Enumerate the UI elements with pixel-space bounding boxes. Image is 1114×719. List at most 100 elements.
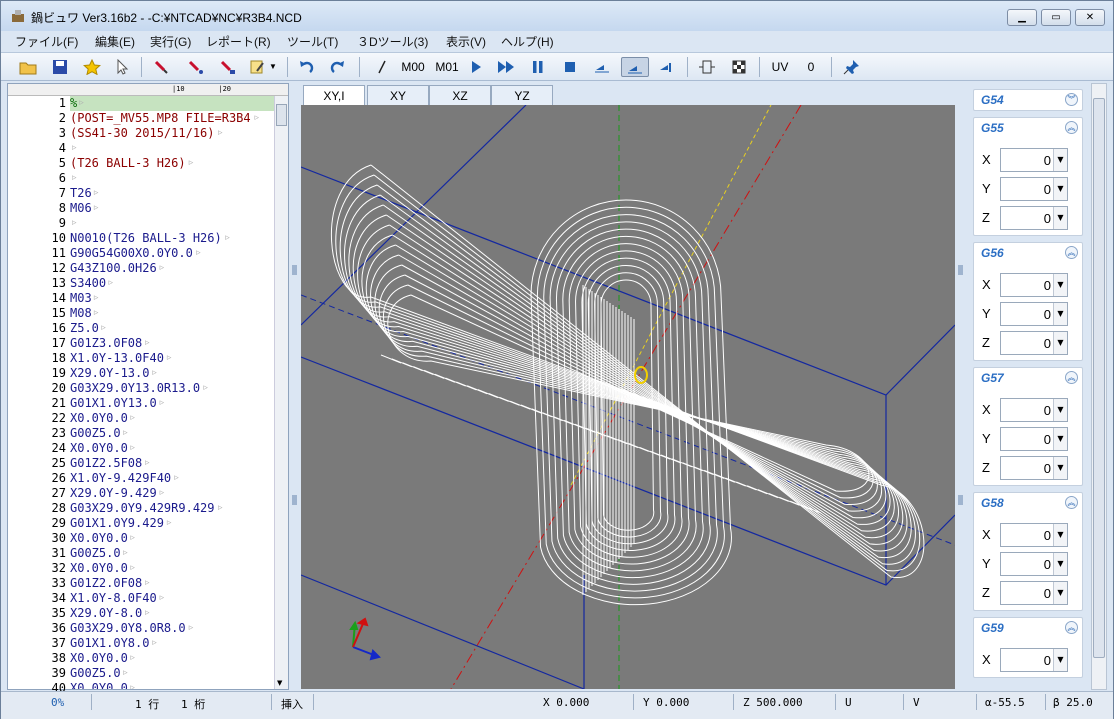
offset-z-field[interactable]: 0 ▼ [1000, 456, 1068, 480]
step-forward-button[interactable] [655, 57, 677, 77]
code-line[interactable]: X29.0Y-8.0 [70, 606, 274, 621]
code-line[interactable]: X0.0Y0.0 [70, 531, 274, 546]
code-line[interactable]: X1.0Y-9.429F40 [70, 471, 274, 486]
offset-y-field[interactable]: 0 ▼ [1000, 427, 1068, 451]
scroll-down-arrow-icon[interactable]: ▼ [277, 679, 282, 687]
code-line[interactable]: G43Z100.0H26 [70, 261, 274, 276]
bookmark-button[interactable] [81, 57, 103, 77]
code-line[interactable]: M06 [70, 201, 274, 216]
offset-x-field[interactable]: 0 ▼ [1000, 273, 1068, 297]
edit-tool-2-button[interactable] [185, 57, 207, 77]
offset-group-header[interactable]: G59 ︽ [974, 618, 1082, 638]
tab-yz[interactable]: YZ [491, 85, 553, 105]
collapse-chevron-icon[interactable]: ︽ [1065, 121, 1078, 134]
pin-button[interactable] [841, 57, 863, 77]
fast-forward-button[interactable] [495, 57, 517, 77]
offset-group-header[interactable]: G56 ︽ [974, 243, 1082, 263]
redo-button[interactable] [327, 57, 349, 77]
close-button[interactable]: ✕ [1075, 9, 1105, 26]
tab-xyi[interactable]: XY,I [303, 85, 365, 106]
splitter-handle[interactable] [292, 265, 297, 275]
splitter-handle[interactable] [958, 265, 963, 275]
offset-x-field[interactable]: 0 ▼ [1000, 398, 1068, 422]
offset-group-header[interactable]: G54 ︾ [974, 90, 1082, 110]
step-back-button[interactable] [591, 57, 613, 77]
code-line[interactable]: X29.0Y-9.429 [70, 486, 274, 501]
offset-group-header[interactable]: G57 ︽ [974, 368, 1082, 388]
edit-tool-3-button[interactable] [217, 57, 239, 77]
uv-button[interactable]: UV [767, 57, 793, 77]
code-line[interactable]: T26 [70, 186, 274, 201]
offset-panel-scrollbar[interactable] [1091, 83, 1107, 690]
chevron-down-icon[interactable]: ▼ [1053, 649, 1067, 671]
code-line[interactable]: G01X1.0Y13.0 [70, 396, 274, 411]
code-line[interactable]: G01Z3.0F08 [70, 336, 274, 351]
collapse-chevron-icon[interactable]: ︽ [1065, 621, 1078, 634]
edit-tool-1-button[interactable] [151, 57, 173, 77]
code-line[interactable]: X1.0Y-8.0F40 [70, 591, 274, 606]
code-line[interactable]: X0.0Y0.0 [70, 411, 274, 426]
menu-help[interactable]: ヘルプ(H) [501, 33, 554, 50]
code-line[interactable]: % [70, 96, 274, 111]
edit-tool-dropdown[interactable]: ▼ [247, 57, 277, 77]
m00-button[interactable]: M00 [399, 57, 427, 77]
chevron-down-icon[interactable]: ▼ [1053, 332, 1067, 354]
offset-z-field[interactable]: 0 ▼ [1000, 581, 1068, 605]
chevron-down-icon[interactable]: ▼ [1053, 428, 1067, 450]
m01-button[interactable]: M01 [433, 57, 461, 77]
code-line[interactable]: G03X29.0Y8.0R8.0 [70, 621, 274, 636]
splitter-handle[interactable] [958, 495, 963, 505]
splitter-handle[interactable] [292, 495, 297, 505]
chevron-down-icon[interactable]: ▼ [1053, 553, 1067, 575]
code-line[interactable]: G01X1.0Y9.429 [70, 516, 274, 531]
code-line[interactable]: X1.0Y-13.0F40 [70, 351, 274, 366]
code-line[interactable]: M08 [70, 306, 274, 321]
chevron-down-icon[interactable]: ▼ [1053, 207, 1067, 229]
collapse-chevron-icon[interactable]: ︽ [1065, 496, 1078, 509]
pause-button[interactable] [527, 57, 549, 77]
editor-scrollbar[interactable]: ▼ [274, 96, 288, 689]
nc-code-editor[interactable]: |10 |20 1 2 3 4 5 6 7 8 9 10 11 12 13 14 15 16 17 18 19 20 2… [7, 83, 289, 695]
chevron-down-icon[interactable]: ▼ [1053, 149, 1067, 171]
expand-chevron-icon[interactable]: ︾ [1065, 93, 1078, 106]
chevron-down-icon[interactable]: ▼ [1053, 178, 1067, 200]
menu-tools[interactable]: ツール(T) [287, 33, 338, 50]
open-folder-button[interactable] [17, 57, 39, 77]
offset-z-field[interactable]: 0 ▼ [1000, 331, 1068, 355]
select-button[interactable] [111, 57, 133, 77]
offset-scrollbar-thumb[interactable] [1093, 98, 1105, 658]
3d-toolpath-canvas[interactable] [301, 105, 955, 689]
code-line[interactable]: G01X1.0Y8.0 [70, 636, 274, 651]
code-line[interactable]: X29.0Y-13.0 [70, 366, 274, 381]
chevron-down-icon[interactable]: ▼ [1053, 399, 1067, 421]
editor-scrollbar-thumb[interactable] [276, 104, 287, 126]
menu-report[interactable]: レポート(R) [206, 33, 271, 50]
code-line[interactable]: X0.0Y0.0 [70, 441, 274, 456]
chevron-down-icon[interactable]: ▼ [1053, 524, 1067, 546]
code-line[interactable]: X0.0Y0.0 [70, 681, 274, 689]
code-line[interactable]: (SS41-30 2015/11/16) [70, 126, 274, 141]
code-line[interactable]: G03X29.0Y13.0R13.0 [70, 381, 274, 396]
code-line[interactable]: (T26 BALL-3 H26) [70, 156, 274, 171]
offset-x-field[interactable]: 0 ▼ [1000, 648, 1068, 672]
menu-file[interactable]: ファイル(F) [15, 33, 78, 50]
code-line[interactable]: N0010(T26 BALL-3 H26) [70, 231, 274, 246]
chevron-down-icon[interactable]: ▼ [1053, 274, 1067, 296]
tab-xz[interactable]: XZ [429, 85, 491, 105]
code-line[interactable]: (POST=_MV55.MP8 FILE=R3B4 [70, 111, 274, 126]
code-line[interactable]: G90G54G00X0.0Y0.0 [70, 246, 274, 261]
undo-button[interactable] [295, 57, 317, 77]
collapse-chevron-icon[interactable]: ︽ [1065, 371, 1078, 384]
slash-button[interactable] [371, 57, 393, 77]
offset-y-field[interactable]: 0 ▼ [1000, 302, 1068, 326]
chevron-down-icon[interactable]: ▼ [1053, 303, 1067, 325]
minimize-button[interactable]: ▁ [1007, 9, 1037, 26]
offset-y-field[interactable]: 0 ▼ [1000, 177, 1068, 201]
menu-3d-tools[interactable]: ３Dツール(3) [357, 33, 428, 50]
code-line[interactable]: G01Z2.0F08 [70, 576, 274, 591]
menu-run[interactable]: 実行(G) [150, 33, 191, 50]
save-button[interactable] [49, 57, 71, 77]
code-line[interactable]: X0.0Y0.0 [70, 561, 274, 576]
chevron-down-icon[interactable]: ▼ [1053, 457, 1067, 479]
code-line[interactable]: M03 [70, 291, 274, 306]
